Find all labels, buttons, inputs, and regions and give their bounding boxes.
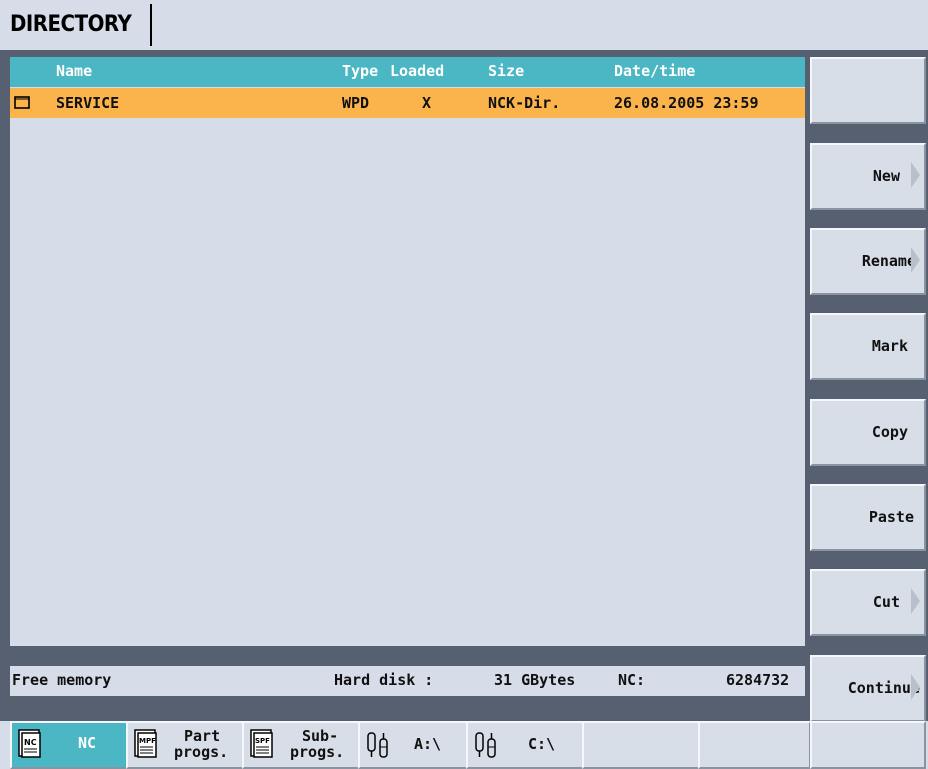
- row-datetime: 26.08.2005 23:59: [614, 94, 759, 112]
- column-header-name: Name: [56, 62, 93, 80]
- svg-text:NC: NC: [24, 738, 37, 747]
- column-header-row: Name Type Loaded Size Date/time: [10, 57, 805, 87]
- drive-a-label: A:\: [414, 735, 442, 753]
- drive-a-softkey[interactable]: A:\: [358, 721, 468, 769]
- row-size: NCK-Dir.: [488, 94, 561, 112]
- horizontal-softkey-7[interactable]: [698, 721, 811, 769]
- subprograms-softkey[interactable]: SPF Sub- progs.: [242, 721, 360, 769]
- new-button[interactable]: New: [810, 143, 926, 210]
- paste-button[interactable]: Paste: [810, 484, 926, 551]
- separator-band: [0, 696, 928, 721]
- subprograms-label-line1: Sub-: [302, 727, 339, 745]
- nc-softkey[interactable]: NC NC: [10, 721, 128, 769]
- mark-button[interactable]: Mark: [810, 313, 926, 380]
- separator-band: [0, 50, 928, 57]
- part-programs-label-line1: Part: [184, 727, 221, 745]
- title-divider: [150, 4, 152, 46]
- column-header-datetime: Date/time: [614, 62, 696, 80]
- column-header-size: Size: [488, 62, 525, 80]
- folder-icon: [14, 96, 30, 109]
- free-memory-label: Free memory: [12, 671, 112, 689]
- continue-button[interactable]: Continue: [810, 655, 926, 722]
- hard-disk-label: Hard disk :: [334, 671, 434, 689]
- status-line: Free memory Hard disk : 31 GBytes NC: 62…: [10, 666, 805, 696]
- row-loaded: X: [422, 94, 432, 112]
- submenu-arrow-icon: [911, 162, 920, 188]
- separator-band: [0, 646, 810, 666]
- nc-memory-value: 6284732: [726, 671, 790, 689]
- title-bar: [0, 0, 928, 50]
- new-button-label: New: [872, 167, 900, 185]
- vertical-softkey-1[interactable]: [810, 57, 926, 124]
- drive-icon: [475, 732, 496, 758]
- nc-icon: NC: [18, 729, 41, 758]
- column-header-type: Type: [342, 62, 379, 80]
- table-row[interactable]: SERVICE WPD X NCK-Dir. 26.08.2005 23:59: [10, 88, 805, 118]
- part-programs-softkey[interactable]: MPF Part progs.: [126, 721, 244, 769]
- rename-button-label: Rename: [861, 252, 916, 270]
- continue-button-label: Continue: [847, 679, 920, 697]
- cut-button-label: Cut: [872, 593, 900, 611]
- rename-button[interactable]: Rename: [810, 228, 926, 295]
- mark-button-label: Mark: [871, 337, 908, 355]
- mpf-icon: MPF: [134, 729, 157, 758]
- column-header-loaded: Loaded: [390, 62, 445, 80]
- cut-button[interactable]: Cut: [810, 569, 926, 636]
- drive-c-softkey[interactable]: C:\: [466, 721, 584, 769]
- left-band: [0, 50, 10, 721]
- submenu-arrow-icon: [911, 588, 920, 614]
- nc-softkey-label: NC: [78, 734, 97, 752]
- window-title: DIRECTORY: [10, 12, 132, 37]
- drive-c-label: C:\: [528, 735, 556, 753]
- paste-button-label: Paste: [868, 508, 914, 526]
- horizontal-softkey-8[interactable]: [810, 721, 926, 769]
- nc-memory-label: NC:: [618, 671, 646, 689]
- submenu-arrow-icon: [911, 674, 920, 700]
- hard-disk-value: 31 GBytes: [494, 671, 576, 689]
- copy-button-label: Copy: [871, 423, 908, 441]
- directory-list: [10, 57, 805, 646]
- row-name: SERVICE: [56, 94, 120, 112]
- svg-text:MPF: MPF: [139, 737, 156, 745]
- row-type: WPD: [342, 94, 370, 112]
- drive-icon: [367, 732, 388, 758]
- subprograms-label-line2: progs.: [290, 743, 345, 761]
- part-programs-label-line2: progs.: [174, 743, 229, 761]
- spf-icon: SPF: [250, 729, 273, 758]
- copy-button[interactable]: Copy: [810, 399, 926, 466]
- svg-text:SPF: SPF: [255, 737, 270, 745]
- submenu-arrow-icon: [911, 247, 920, 273]
- horizontal-softkey-6[interactable]: [582, 721, 700, 769]
